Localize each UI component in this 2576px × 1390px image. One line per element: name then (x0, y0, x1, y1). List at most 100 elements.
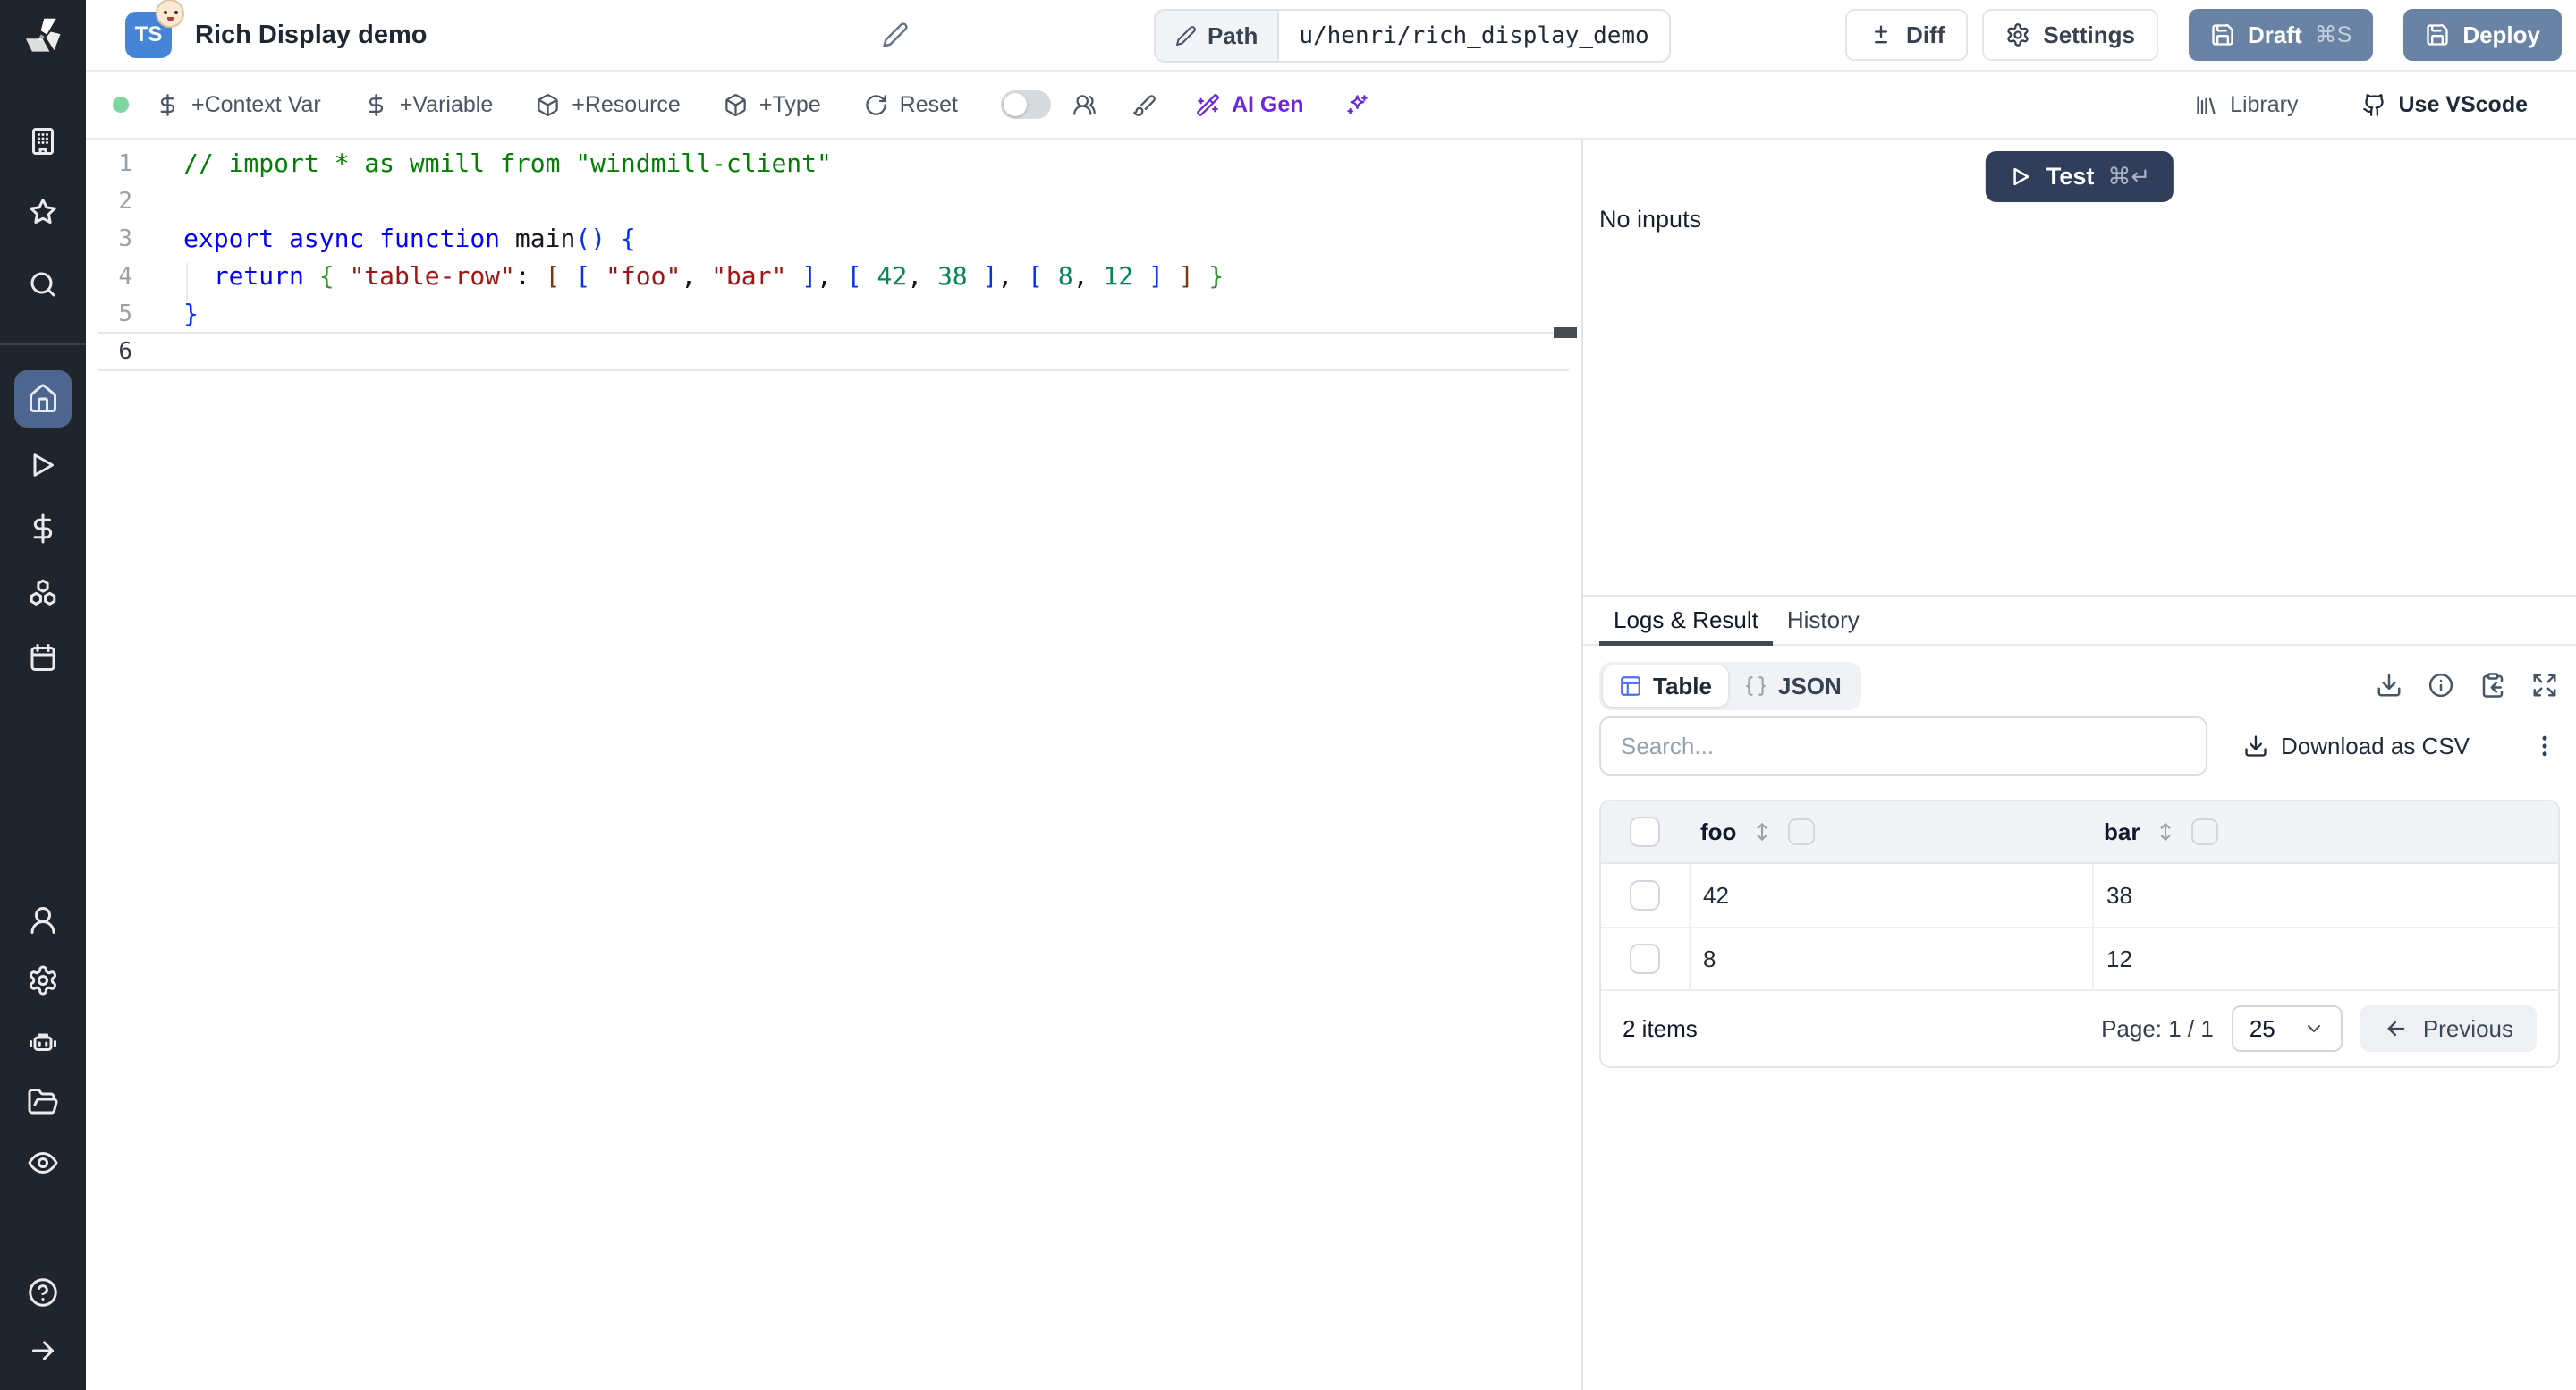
path-label: Path (1208, 21, 1258, 49)
test-button[interactable]: Test ⌘↵ (1985, 151, 2174, 202)
row-checkbox[interactable] (1630, 944, 1660, 974)
sidebar-item-schedules[interactable] (14, 629, 72, 686)
path-chip[interactable]: Path u/henri/rich_display_demo (1154, 9, 1671, 63)
windmill-logo-icon[interactable] (20, 14, 66, 61)
line-number: 5 (118, 301, 132, 327)
view-toggle-json[interactable]: JSON (1728, 665, 1858, 707)
sidebar-item-home[interactable] (14, 370, 72, 428)
sidebar-item-workers[interactable] (14, 1014, 72, 1072)
column-header-foo[interactable]: foo (1700, 818, 1736, 846)
filter-foo-box[interactable] (1788, 818, 1816, 845)
sidebar-item-settings[interactable] (14, 952, 72, 1009)
select-all-checkbox[interactable] (1630, 817, 1660, 847)
run-panel: Test ⌘↵ No inputs Logs & Result History … (1581, 140, 2576, 1390)
download-csv-button[interactable]: Download as CSV (2243, 733, 2470, 760)
diff-button[interactable]: Diff (1845, 9, 1969, 61)
path-edit-button[interactable]: Path (1156, 11, 1280, 61)
save-icon (2212, 23, 2233, 46)
format-code-brush-icon[interactable] (1132, 93, 1157, 117)
table-footer: 2 items Page: 1 / 1 25 Previous (1601, 991, 2558, 1066)
arrow-left-icon (2387, 1021, 2405, 1037)
chevron-down-icon (2307, 1025, 2320, 1032)
deploy-button[interactable]: Deploy (2403, 9, 2562, 61)
table-header-row: foo bar (1601, 801, 2558, 864)
filter-bar-box[interactable] (2191, 818, 2219, 845)
sidebar-item-users[interactable] (14, 892, 72, 949)
cell-foo: 42 (1689, 864, 2092, 927)
use-vscode-button[interactable]: Use VScode (2362, 92, 2528, 118)
edit-summary-button[interactable] (882, 21, 912, 52)
sidebar-expand-button[interactable] (14, 1322, 72, 1379)
multiplayer-users-icon[interactable] (1072, 93, 1097, 117)
language-badge: TS (125, 0, 184, 58)
code-line-4[interactable]: 4 return { "table-row": [ [ "foo", "bar"… (86, 258, 1581, 295)
sidebar-item-help[interactable] (14, 1264, 72, 1321)
draft-button[interactable]: Draft ⌘S (2188, 9, 2374, 61)
more-options-kebab-icon[interactable] (2529, 731, 2560, 761)
sidebar-item-folders[interactable] (14, 1073, 72, 1131)
code-line-3[interactable]: 3 export async function main() { (86, 220, 1581, 258)
result-block: Logs & Result History Table JSON Search.… (1583, 595, 2576, 1390)
code-line-6[interactable]: 6 (86, 332, 1581, 371)
cell-bar: 12 (2092, 928, 2558, 989)
row-checkbox[interactable] (1630, 880, 1660, 911)
status-dot (113, 97, 129, 113)
ai-gen-button[interactable]: AI Gen (1196, 92, 1304, 118)
tab-logs-result[interactable]: Logs & Result (1599, 597, 1773, 646)
line-number: 3 (118, 225, 132, 252)
sparkles-icon[interactable] (1345, 93, 1369, 117)
code-line-5[interactable]: 5} (86, 295, 1581, 333)
sort-foo-icon[interactable] (1750, 820, 1774, 843)
code-line-1[interactable]: 1 // import * as wmill from "windmill-cli… (86, 145, 1581, 182)
sidebar-item-favorites[interactable] (14, 183, 72, 241)
path-value: u/henri/rich_display_demo (1299, 22, 1649, 49)
sidebar-item-runs[interactable] (14, 436, 72, 494)
wand-icon (1197, 93, 1219, 116)
package-icon (725, 93, 746, 116)
library-button[interactable]: Library (2194, 92, 2298, 118)
add-type-button[interactable]: +Type (724, 92, 821, 118)
previous-page-button[interactable]: Previous (2360, 1005, 2537, 1052)
code-line-text: // import * as wmill from "windmill-clie… (183, 148, 832, 178)
expand-icon[interactable] (2531, 672, 2560, 700)
gear-icon (2007, 23, 2029, 47)
settings-button[interactable]: Settings (1982, 9, 2158, 61)
code-line-2[interactable]: 2 (86, 182, 1581, 220)
sort-bar-icon[interactable] (2154, 820, 2177, 843)
reset-button[interactable]: Reset (864, 92, 958, 118)
library-icon (2197, 95, 2216, 114)
tab-history[interactable]: History (1773, 597, 1874, 644)
items-count: 2 items (1623, 1014, 1698, 1042)
cell-bar: 38 (2092, 864, 2558, 927)
sidebar-item-workspace[interactable] (14, 113, 72, 170)
table-row[interactable]: 8 12 (1601, 928, 2558, 991)
code-lines[interactable]: 1 // import * as wmill from "windmill-cli… (86, 145, 1581, 371)
table-row[interactable]: 42 38 (1601, 864, 2558, 928)
sidebar (0, 0, 86, 1390)
code-line-text: export async function main() { (183, 224, 636, 253)
line-number: 2 (118, 188, 132, 215)
copy-to-clipboard-icon[interactable] (2479, 672, 2508, 700)
info-icon[interactable] (2428, 672, 2456, 700)
add-resource-button[interactable]: +Resource (536, 92, 681, 118)
scrollbar-overview-marker[interactable] (1554, 327, 1577, 338)
sidebar-item-resources[interactable] (14, 564, 72, 622)
braces-icon (1746, 676, 1766, 696)
multiplayer-toggle[interactable] (1000, 90, 1051, 119)
column-header-bar[interactable]: bar (2104, 818, 2140, 846)
search-input[interactable] (1599, 716, 2207, 776)
code-line-text: return { "table-row": [ [ "foo", "bar" ]… (213, 261, 1224, 291)
dollar-icon (160, 93, 175, 116)
sidebar-item-variables[interactable] (14, 500, 72, 557)
sidebar-item-audit-logs[interactable] (14, 1134, 72, 1191)
download-result-icon[interactable] (2376, 672, 2404, 700)
sidebar-item-search[interactable] (14, 256, 72, 313)
code-editor[interactable]: 1 // import * as wmill from "windmill-cli… (86, 140, 1581, 1390)
app-root: TS Rich Display demo Path u/henri/rich_d… (0, 0, 2576, 1390)
view-toggle-table[interactable]: Table (1603, 665, 1728, 707)
page-size-select[interactable]: 25 (2231, 1005, 2343, 1052)
add-context-var-button[interactable]: +Context Var (156, 92, 321, 118)
github-icon (2363, 93, 2385, 116)
add-variable-button[interactable]: +Variable (364, 92, 493, 118)
test-shortcut: ⌘↵ (2107, 163, 2151, 190)
